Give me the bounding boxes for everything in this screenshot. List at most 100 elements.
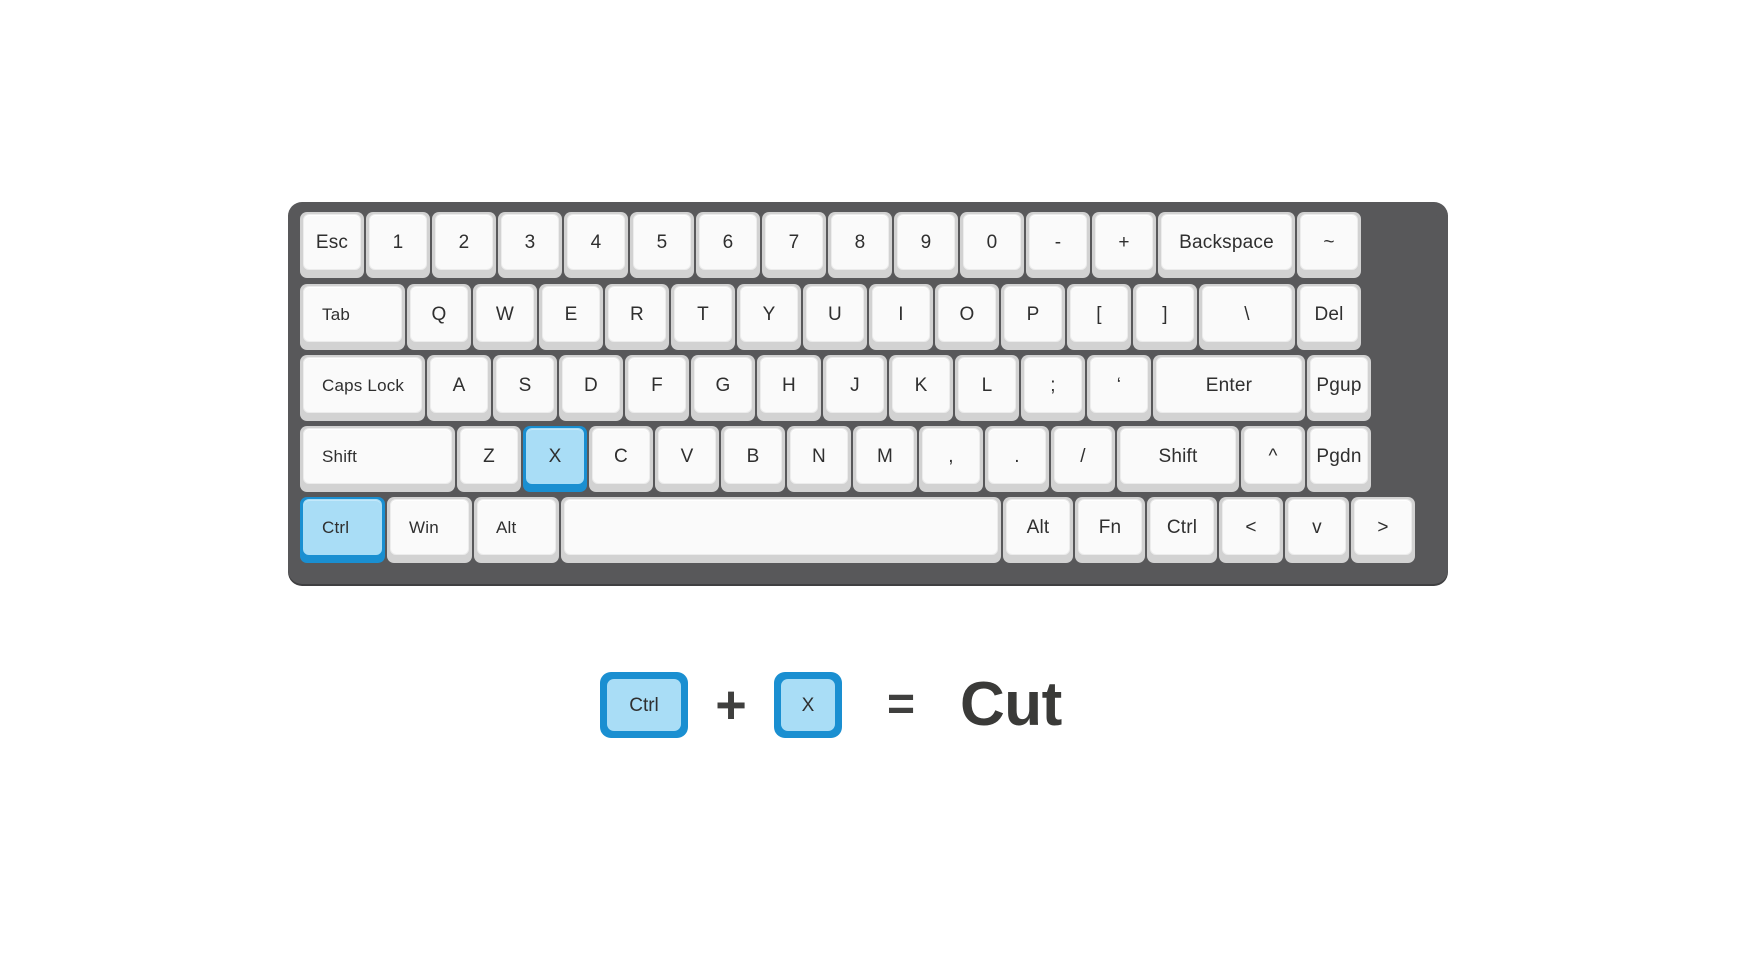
key-enter[interactable]: Enter xyxy=(1153,355,1305,421)
keyboard-frame: Esc 1 2 3 4 5 6 7 8 9 0- + Backspace ~ Tab Q W E R T Y U I O P[]… xyxy=(288,202,1448,584)
key-7-label: 7 xyxy=(765,214,823,270)
key-tab[interactable]: Tab xyxy=(300,284,405,350)
key-key[interactable]: < xyxy=(1219,497,1283,563)
key-v[interactable]: v xyxy=(1285,497,1349,563)
key-t[interactable]: T xyxy=(671,284,735,350)
key-shift[interactable]: Shift xyxy=(1117,426,1239,492)
key-key[interactable]: [ xyxy=(1067,284,1131,350)
key-u[interactable]: U xyxy=(803,284,867,350)
key-w[interactable]: W xyxy=(473,284,537,350)
key-g[interactable]: G xyxy=(691,355,755,421)
key-z[interactable]: Z xyxy=(457,426,521,492)
key-3[interactable]: 3 xyxy=(498,212,562,278)
key-o-label: O xyxy=(938,286,996,342)
key-key-label: > xyxy=(1354,499,1412,555)
key-i[interactable]: I xyxy=(869,284,933,350)
key-ctrl[interactable]: Ctrl xyxy=(300,497,385,563)
key-a[interactable]: A xyxy=(427,355,491,421)
key-pgup-label: Pgup xyxy=(1310,357,1368,413)
key-pgdn[interactable]: Pgdn xyxy=(1307,426,1371,492)
key-key[interactable]: \ xyxy=(1199,284,1295,350)
key-2-label: 2 xyxy=(435,214,493,270)
key-s-label: S xyxy=(496,357,554,413)
key-5[interactable]: 5 xyxy=(630,212,694,278)
key-v-label: V xyxy=(658,428,716,484)
key-x-label: X xyxy=(526,428,584,484)
key-shift[interactable]: Shift xyxy=(300,426,455,492)
key-enter-label: Enter xyxy=(1156,357,1302,413)
key-caps-lock[interactable]: Caps Lock xyxy=(300,355,425,421)
key-key[interactable]: ; xyxy=(1021,355,1085,421)
key-key[interactable]: + xyxy=(1092,212,1156,278)
key-3-label: 3 xyxy=(501,214,559,270)
key-p[interactable]: P xyxy=(1001,284,1065,350)
key-key[interactable]: / xyxy=(1051,426,1115,492)
key-pgup[interactable]: Pgup xyxy=(1307,355,1371,421)
key-key[interactable]: ^ xyxy=(1241,426,1305,492)
key-c[interactable]: C xyxy=(589,426,653,492)
key-v-label: v xyxy=(1288,499,1346,555)
key-2[interactable]: 2 xyxy=(432,212,496,278)
row-qwerty: Tab Q W E R T Y U I O P[] \ Del xyxy=(299,284,1437,355)
key-v[interactable]: V xyxy=(655,426,719,492)
key-f[interactable]: F xyxy=(625,355,689,421)
key-l-label: L xyxy=(958,357,1016,413)
key-key-label: ] xyxy=(1136,286,1194,342)
legend-key-x[interactable]: X xyxy=(774,672,842,738)
key-7[interactable]: 7 xyxy=(762,212,826,278)
key-e[interactable]: E xyxy=(539,284,603,350)
key-key-label: - xyxy=(1029,214,1087,270)
key-key[interactable]: ~ xyxy=(1297,212,1361,278)
key-fn-label: Fn xyxy=(1078,499,1142,555)
key-s[interactable]: S xyxy=(493,355,557,421)
key-ctrl-label: Ctrl xyxy=(303,499,382,555)
key-key[interactable]: . xyxy=(985,426,1049,492)
key-g-label: G xyxy=(694,357,752,413)
key-k[interactable]: K xyxy=(889,355,953,421)
key-ctrl[interactable]: Ctrl xyxy=(1147,497,1217,563)
key-backspace-label: Backspace xyxy=(1161,214,1292,270)
key-alt[interactable]: Alt xyxy=(474,497,559,563)
key-1[interactable]: 1 xyxy=(366,212,430,278)
key-del-label: Del xyxy=(1300,286,1358,342)
key-caps-lock-label: Caps Lock xyxy=(303,357,422,413)
key-backspace[interactable]: Backspace xyxy=(1158,212,1295,278)
key-key-label: \ xyxy=(1202,286,1292,342)
key-o[interactable]: O xyxy=(935,284,999,350)
key-b-label: B xyxy=(724,428,782,484)
key-m-label: M xyxy=(856,428,914,484)
key-x[interactable]: X xyxy=(523,426,587,492)
key-key[interactable]: , xyxy=(919,426,983,492)
key-r[interactable]: R xyxy=(605,284,669,350)
key-l[interactable]: L xyxy=(955,355,1019,421)
key-0[interactable]: 0 xyxy=(960,212,1024,278)
legend-key-x-label: X xyxy=(781,679,835,731)
key-a-label: A xyxy=(430,357,488,413)
key-m[interactable]: M xyxy=(853,426,917,492)
key-h-label: H xyxy=(760,357,818,413)
key-del[interactable]: Del xyxy=(1297,284,1361,350)
key-esc[interactable]: Esc xyxy=(300,212,364,278)
key-9[interactable]: 9 xyxy=(894,212,958,278)
key-8[interactable]: 8 xyxy=(828,212,892,278)
key-y[interactable]: Y xyxy=(737,284,801,350)
key-win[interactable]: Win xyxy=(387,497,472,563)
key-b[interactable]: B xyxy=(721,426,785,492)
key-alt[interactable]: Alt xyxy=(1003,497,1073,563)
key-j[interactable]: J xyxy=(823,355,887,421)
key-4[interactable]: 4 xyxy=(564,212,628,278)
key-key[interactable]: ‘ xyxy=(1087,355,1151,421)
legend-key-ctrl[interactable]: Ctrl xyxy=(600,672,688,738)
key-h[interactable]: H xyxy=(757,355,821,421)
key-key[interactable]: - xyxy=(1026,212,1090,278)
key-n[interactable]: N xyxy=(787,426,851,492)
key-6[interactable]: 6 xyxy=(696,212,760,278)
key-c-label: C xyxy=(592,428,650,484)
key-d[interactable]: D xyxy=(559,355,623,421)
key-fn[interactable]: Fn xyxy=(1075,497,1145,563)
key-key[interactable]: > xyxy=(1351,497,1415,563)
key-key[interactable]: ] xyxy=(1133,284,1197,350)
key-q[interactable]: Q xyxy=(407,284,471,350)
key-n-label: N xyxy=(790,428,848,484)
key-space[interactable] xyxy=(561,497,1001,563)
